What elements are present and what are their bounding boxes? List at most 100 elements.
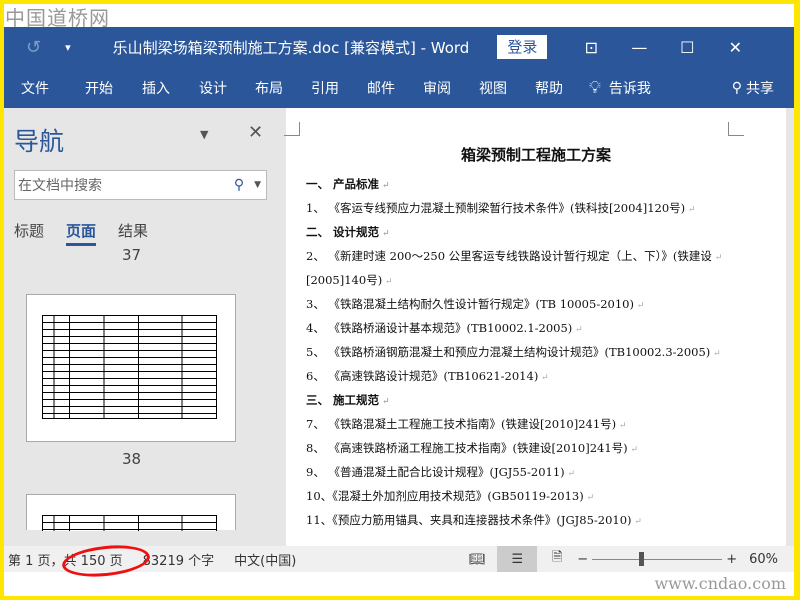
page-label-38: 38 (122, 450, 142, 468)
zoom-level[interactable]: 60% (749, 552, 778, 567)
paragraph-mark-icon: ↵ (572, 325, 583, 335)
share-button[interactable]: 共享 (746, 78, 774, 98)
margin-mark (284, 122, 300, 136)
paragraph-mark-icon: ↵ (564, 469, 576, 479)
list-item: 3、 《铁路混凝土结构耐久性设计暂行规定》(TB 10005-2010) ↵ (306, 292, 786, 316)
document-page[interactable]: 箱梁预制工程施工方案 一、 产品标准 ↵ 1、 《客运专线预应力混凝土预制梁暂行技… (284, 108, 786, 546)
list-item: 6、 《高速铁路设计规范》(TB10621-2014) ↵ (306, 364, 786, 388)
line-text: 三、 施工规范 (306, 393, 380, 407)
search-icon[interactable]: ⚲ (234, 177, 244, 193)
paragraph-mark-icon: ↵ (583, 493, 595, 503)
paragraph-mark-icon: ↵ (379, 397, 390, 407)
zoom-out-button[interactable]: − (577, 552, 588, 567)
paragraph-mark-icon: ↵ (379, 229, 390, 239)
word-count[interactable]: 83219 个字 (143, 550, 215, 569)
line-text: 11、《预应力筋用锚具、夹具和连接器技术条件》(JGJ85-2010) (306, 513, 632, 527)
paragraph-mark-icon: ↵ (633, 301, 645, 311)
title-bar: ↺ ▾ 乐山制梁场箱梁预制施工方案.doc [兼容模式] - Word 登录 ⊡… (4, 27, 794, 67)
tab-layout[interactable]: 布局 (255, 78, 283, 98)
line-text: 10、《混凝土外加剂应用技术规范》(GB50119-2013) (306, 489, 584, 503)
person-add-icon: ⚲ (731, 79, 742, 96)
line-text: 5、 《铁路桥涵钢筋混凝土和预应力混凝土结构设计规范》(TB10002.3-20… (306, 345, 711, 359)
line-text: 6、 《高速铁路设计规范》(TB10621-2014) (306, 369, 539, 383)
login-button[interactable]: 登录 (497, 35, 548, 59)
tab-design[interactable]: 设计 (199, 78, 227, 98)
quick-access-dropdown-icon[interactable]: ▾ (65, 41, 71, 54)
line-text: 二、 设计规范 (306, 225, 380, 239)
read-mode-icon[interactable]: 📖︎ (457, 546, 497, 572)
list-item: 8、 《高速铁路桥涵工程施工技术指南》(铁建设[2010]241号) ↵ (306, 436, 786, 460)
tab-help[interactable]: 帮助 (535, 78, 563, 98)
line-text: 1、 《客运专线预应力混凝土预制梁暂行技术条件》(铁科技[2004]120号) (306, 201, 686, 215)
section-heading: 一、 产品标准 ↵ (306, 172, 786, 196)
tab-review[interactable]: 审阅 (423, 78, 451, 98)
list-item: 4、 《铁路桥涵设计基本规范》(TB10002.1-2005) ↵ (306, 316, 786, 340)
tab-headings[interactable]: 标题 (14, 220, 44, 246)
zoom-in-button[interactable]: + (726, 552, 737, 567)
zoom-slider[interactable] (592, 552, 723, 566)
tab-pages[interactable]: 页面 (66, 220, 97, 246)
document-title: 箱梁预制工程施工方案 (460, 146, 611, 164)
nav-options-dropdown-icon[interactable]: ▼ (200, 128, 208, 141)
tab-results[interactable]: 结果 (118, 220, 148, 246)
margin-mark (728, 122, 744, 136)
undo-icon[interactable]: ↺ (26, 37, 41, 58)
paragraph-mark-icon: ↵ (382, 277, 393, 287)
line-text: 一、 产品标准 (306, 177, 380, 191)
maximize-button[interactable]: ☐ (663, 38, 711, 57)
list-item: 5、 《铁路桥涵钢筋混凝土和预应力混凝土结构设计规范》(TB10002.3-20… (306, 340, 786, 364)
paragraph-mark-icon: ↵ (379, 181, 390, 191)
page-thumbnail-38[interactable] (26, 294, 236, 442)
zoom-slider-thumb[interactable] (638, 552, 644, 566)
paragraph-mark-icon: ↵ (711, 253, 723, 263)
tab-mailings[interactable]: 邮件 (367, 78, 395, 98)
line-text: 2、 《新建时速 200～250 公里客运专线铁路设计暂行规定（上、下）》(铁建… (306, 249, 712, 263)
tab-insert[interactable]: 插入 (142, 78, 170, 98)
language[interactable]: 中文(中国) (234, 550, 296, 569)
paragraph-mark-icon: ↵ (538, 373, 549, 383)
minimize-button[interactable]: — (615, 38, 663, 57)
page-label-37: 37 (122, 246, 142, 264)
line-text: 3、 《铁路混凝土结构耐久性设计暂行规定》(TB 10005-2010) (306, 297, 634, 311)
close-button[interactable]: ✕ (711, 38, 759, 57)
ribbon-tabs: 文件 开始 插入 设计 布局 引用 邮件 审阅 视图 帮助 💡︎ 告诉我 ⚲ 共… (4, 67, 794, 108)
web-layout-icon[interactable]: 🗎 (537, 546, 577, 572)
window-title: 乐山制梁场箱梁预制施工方案.doc [兼容模式] - Word (112, 38, 470, 57)
list-item: 7、 《铁路混凝土工程施工技术指南》(铁建设[2010]241号) ↵ (306, 412, 786, 436)
lightbulb-icon: 💡︎ (589, 77, 601, 98)
paragraph-mark-icon: ↵ (631, 517, 642, 527)
list-item: 2、 《新建时速 200～250 公里客运专线铁路设计暂行规定（上、下）》(铁建… (306, 244, 786, 268)
tab-file[interactable]: 文件 (21, 78, 49, 98)
list-item: [2005]140号) ↵ (306, 268, 786, 292)
line-text: 4、 《铁路桥涵设计基本规范》(TB10002.1-2005) (306, 321, 573, 335)
table-thumbnail (42, 515, 217, 531)
section-heading: 三、 施工规范 ↵ (306, 388, 786, 412)
paragraph-mark-icon: ↵ (710, 349, 721, 359)
paragraph-mark-icon: ↵ (627, 445, 639, 455)
tab-home[interactable]: 开始 (85, 78, 113, 98)
table-thumbnail (42, 315, 217, 419)
tell-me-button[interactable]: 告诉我 (609, 78, 651, 98)
line-text: 7、 《铁路混凝土工程施工技术指南》(铁建设[2010]241号) (306, 417, 617, 431)
print-layout-icon[interactable]: ☰ (497, 546, 538, 572)
navigation-pane: 导航 ▼ ✕ 在文档中搜索 ⚲ ▼ 标题 页面 结果 37 38 (4, 108, 283, 546)
page-thumbnail-39[interactable] (26, 494, 236, 531)
line-text: 9、 《普通混凝土配合比设计规程》(JGJ55-2011) (306, 465, 565, 479)
list-item: 11、《预应力筋用锚具、夹具和连接器技术条件》(JGJ85-2010) ↵ (306, 508, 786, 532)
list-item: 9、 《普通混凝土配合比设计规程》(JGJ55-2011) ↵ (306, 460, 786, 484)
paragraph-mark-icon: ↵ (616, 421, 627, 431)
nav-close-icon[interactable]: ✕ (248, 122, 263, 143)
search-placeholder: 在文档中搜索 (18, 178, 102, 194)
line-text: 8、 《高速铁路桥涵工程施工技术指南》(铁建设[2010]241号) (306, 441, 628, 455)
section-heading: 二、 设计规范 ↵ (306, 220, 786, 244)
ribbon-display-icon[interactable]: ⊡ (567, 38, 615, 57)
tab-references[interactable]: 引用 (311, 78, 339, 98)
list-item: 1、 《客运专线预应力混凝土预制梁暂行技术条件》(铁科技[2004]120号) … (306, 196, 786, 220)
tab-view[interactable]: 视图 (479, 78, 507, 98)
watermark-bottom: www.cndao.com (654, 574, 786, 593)
list-item: 10、《混凝土外加剂应用技术规范》(GB50119-2013) ↵ (306, 484, 786, 508)
line-text: [2005]140号) (306, 273, 383, 287)
document-area[interactable]: 箱梁预制工程施工方案 一、 产品标准 ↵ 1、 《客运专线预应力混凝土预制梁暂行技… (283, 108, 794, 546)
search-dropdown-icon[interactable]: ▼ (254, 180, 261, 190)
search-input[interactable]: 在文档中搜索 ⚲ ▼ (14, 170, 267, 200)
